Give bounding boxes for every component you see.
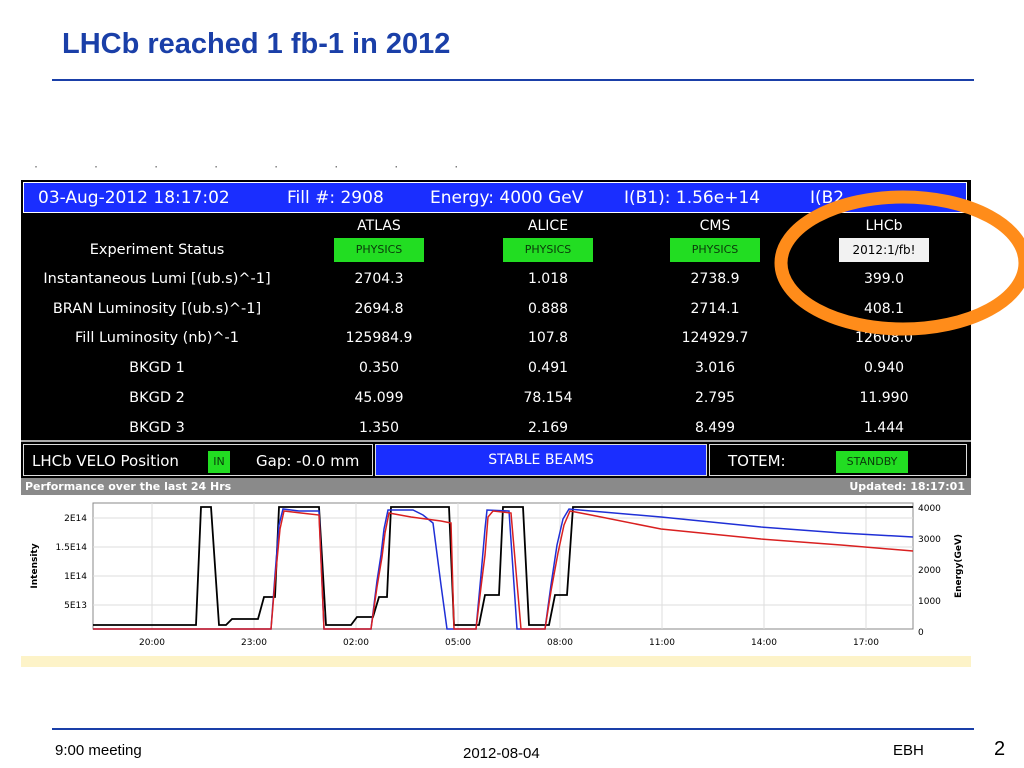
col-head-atlas: ATLAS [357, 218, 401, 234]
performance-title-bar: Performance over the last 24 Hrs Updated… [21, 478, 971, 495]
y2-axis-label: Energy(GeV) [954, 534, 964, 598]
x-tick-0200: 02:00 [343, 638, 369, 648]
bkgd1-alice: 0.491 [527, 360, 569, 376]
bkgd2-atlas: 45.099 [354, 390, 404, 406]
performance-panel: Performance over the last 24 Hrs Updated… [21, 478, 971, 667]
header-bar: 03-Aug-2012 18:17:02 Fill #: 2908 Energy… [23, 182, 967, 213]
bkgd2-lhcb: 11.990 [859, 390, 909, 406]
x-tick-1400: 14:00 [751, 638, 777, 648]
footer-meeting: 9:00 meeting [55, 742, 142, 759]
status-badge-cms: PHYSICS [670, 238, 760, 262]
header-fill: Fill #: 2908 [287, 188, 384, 208]
y-tick-5e13: 5E13 [64, 601, 87, 611]
header-ib2: I(B2 [810, 188, 845, 208]
bkgd2-alice: 78.154 [523, 390, 573, 406]
status-badge-lhcb: 2012:1/fb! [839, 238, 929, 262]
header-datetime: 03-Aug-2012 18:17:02 [38, 188, 230, 208]
fill-lumi-alice: 107.8 [527, 330, 569, 346]
footer-date: 2012-08-04 [463, 745, 540, 762]
bkgd2-cms: 2.795 [694, 390, 736, 406]
beam-mode: STABLE BEAMS [488, 452, 594, 468]
fill-lumi-cms: 124929.7 [681, 330, 749, 346]
y-tick-1.5e14: 1.5E14 [56, 543, 88, 553]
col-head-cms: CMS [699, 218, 731, 234]
window-top-strip: · · · · · · · · [21, 160, 971, 180]
totem-cell: TOTEM: STANDBY [709, 444, 967, 476]
y-tick-1e14: 1E14 [64, 572, 87, 582]
row-label-bkgd3: BKGD 3 [129, 420, 185, 436]
x-tick-2300: 23:00 [241, 638, 267, 648]
inst-lumi-lhcb: 399.0 [863, 271, 905, 287]
y-tick-2e14: 2E14 [64, 514, 87, 524]
velo-gap: Gap: -0.0 mm [256, 452, 360, 470]
velo-position-label: LHCb VELO Position [32, 452, 179, 470]
bran-lumi-atlas: 2694.8 [354, 301, 404, 317]
performance-updated: Updated: 18:17:01 [849, 480, 965, 493]
x-tick-1700: 17:00 [853, 638, 879, 648]
performance-chart: 2E14 1.5E14 1E14 5E13 4000 3000 2000 100… [30, 502, 964, 648]
bkgd1-atlas: 0.350 [358, 360, 400, 376]
row-label-inst-lumi: Instantaneous Lumi [(ub.s)^-1] [43, 271, 271, 287]
y2-tick-3000: 3000 [918, 535, 941, 545]
bkgd3-lhcb: 1.444 [863, 420, 905, 436]
velo-in-badge: IN [208, 451, 230, 473]
velo-position-cell: LHCb VELO Position IN Gap: -0.0 mm [23, 444, 373, 476]
status-badge-atlas: PHYSICS [334, 238, 424, 262]
performance-footer-strip [21, 656, 971, 667]
header-energy: Energy: 4000 GeV [430, 188, 584, 208]
bkgd3-cms: 8.499 [694, 420, 736, 436]
lhc-page1-screenshot: · · · · · · · · 03-Aug-2012 18:17:02 Fil… [21, 160, 971, 667]
totem-standby-badge: STANDBY [836, 451, 908, 473]
fill-lumi-lhcb: 12608.0 [855, 330, 913, 346]
status-badge-alice: PHYSICS [503, 238, 593, 262]
y2-tick-0: 0 [918, 628, 924, 638]
row-label-bkgd2: BKGD 2 [129, 390, 185, 406]
row-label-bkgd1: BKGD 1 [129, 360, 185, 376]
y2-tick-2000: 2000 [918, 566, 941, 576]
footer-author: EBH [893, 742, 924, 759]
inst-lumi-atlas: 2704.3 [354, 271, 404, 287]
y2-tick-1000: 1000 [918, 597, 941, 607]
row-label-experiment-status: Experiment Status [89, 242, 225, 258]
title-divider [52, 79, 974, 81]
bran-lumi-alice: 0.888 [527, 301, 569, 317]
bran-lumi-lhcb: 408.1 [863, 301, 905, 317]
row-label-bran-lumi: BRAN Luminosity [(ub.s)^-1] [52, 301, 262, 317]
page-number: 2 [994, 738, 1006, 760]
top-strip-marks: · · · · · · · · [33, 162, 484, 173]
inst-lumi-alice: 1.018 [527, 271, 569, 287]
bkgd3-alice: 2.169 [527, 420, 569, 436]
bran-lumi-cms: 2714.1 [690, 301, 740, 317]
col-head-alice: ALICE [527, 218, 569, 234]
beam-status-bar: LHCb VELO Position IN Gap: -0.0 mm STABL… [21, 442, 971, 478]
x-tick-0800: 08:00 [547, 638, 573, 648]
performance-title: Performance over the last 24 Hrs [25, 480, 232, 493]
bkgd1-cms: 3.016 [694, 360, 736, 376]
x-tick-1100: 11:00 [649, 638, 675, 648]
x-tick-0500: 05:00 [445, 638, 471, 648]
y-axis-label: Intensity [30, 543, 40, 588]
header-ib1: I(B1): 1.56e+14 [624, 188, 761, 208]
experiment-status-panel: ATLAS ALICE CMS LHCb Experiment Status P… [21, 215, 971, 442]
beam-mode-cell: STABLE BEAMS [375, 444, 707, 476]
bkgd3-atlas: 1.350 [358, 420, 400, 436]
totem-label: TOTEM: [728, 452, 786, 470]
col-head-lhcb: LHCb [865, 218, 903, 234]
y2-tick-4000: 4000 [918, 504, 941, 514]
inst-lumi-cms: 2738.9 [690, 271, 740, 287]
row-label-fill-lumi: Fill Luminosity (nb)^-1 [75, 330, 239, 346]
footer-divider [52, 728, 974, 730]
fill-lumi-atlas: 125984.9 [345, 330, 413, 346]
x-tick-2000: 20:00 [139, 638, 165, 648]
bkgd1-lhcb: 0.940 [863, 360, 905, 376]
slide-title: LHCb reached 1 fb-1 in 2012 [62, 28, 451, 60]
